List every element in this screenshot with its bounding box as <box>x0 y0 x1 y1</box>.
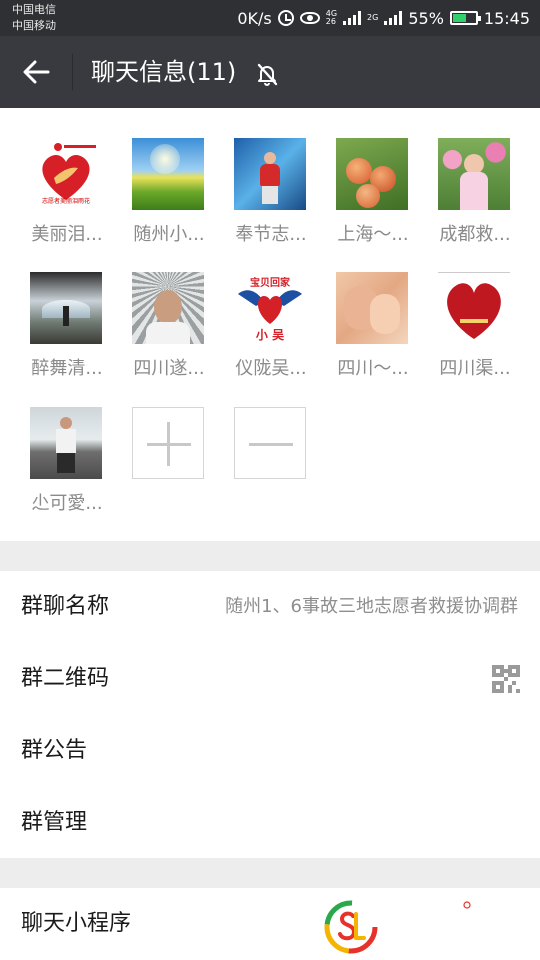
back-arrow-icon <box>23 60 50 84</box>
signal-icon-2 <box>384 11 403 25</box>
avatar <box>438 138 510 210</box>
group-name-label: 群聊名称 <box>21 594 110 619</box>
member-name: 上海～... <box>337 224 409 245</box>
member-name: 四川～... <box>337 358 409 379</box>
member-grid: 志愿者美丽泪雨花 美丽泪... 随州小... 奉节志... 上海～... 成都救… <box>0 108 540 541</box>
member-name: 美丽泪... <box>31 224 103 245</box>
alarm-icon <box>277 10 294 26</box>
clock: 15:45 <box>483 8 530 28</box>
mini-program-logo-icon <box>324 900 378 954</box>
avatar-subtitle: 小 吴 <box>255 328 285 342</box>
avatar <box>234 138 306 210</box>
back-button[interactable] <box>14 54 58 90</box>
eye-comfort-icon <box>299 12 320 24</box>
avatar <box>438 272 510 344</box>
title-divider <box>72 54 73 90</box>
minus-icon <box>249 443 293 446</box>
mute-bell-icon <box>257 63 278 86</box>
mini-program-row[interactable]: 聊天小程序 <box>0 888 540 960</box>
avatar <box>132 138 204 210</box>
title-bar: 聊天信息(11) <box>0 36 540 108</box>
signal-icon <box>343 11 362 25</box>
group-notice-row[interactable]: 群公告 <box>0 715 540 787</box>
network-type-2: 2G <box>367 13 379 22</box>
battery-percent: 55% <box>408 8 444 28</box>
qr-code-row[interactable]: 群二维码 <box>0 643 540 715</box>
settings-group-2: 聊天小程序 <box>0 888 540 960</box>
member-name: 奉节志... <box>235 224 307 245</box>
network-type: 4G 26 <box>325 9 338 26</box>
avatar: 志愿者美丽泪雨花 <box>30 138 102 210</box>
remove-member-button[interactable] <box>234 407 306 479</box>
network-speed: 0K/s <box>237 8 272 28</box>
group-manage-label: 群管理 <box>21 810 88 835</box>
qr-code-icon <box>492 665 520 693</box>
mini-program-label: 聊天小程序 <box>21 911 132 936</box>
page-title: 聊天信息(11) <box>91 58 237 86</box>
group-manage-row[interactable]: 群管理 <box>0 787 540 859</box>
status-bar: 中国电信 中国移动 0K/s 4G 26 2G 55% 15:45 <box>0 0 540 36</box>
member-name: 四川渠... <box>439 358 511 379</box>
group-notice-label: 群公告 <box>21 738 88 763</box>
avatar-caption: 志愿者美丽泪雨花 <box>41 198 90 205</box>
avatar <box>132 272 204 344</box>
avatar <box>30 407 102 479</box>
avatar <box>30 272 102 344</box>
member-name: 随州小... <box>133 224 205 245</box>
add-member-button[interactable] <box>132 407 204 479</box>
battery-icon <box>449 11 481 25</box>
member-name: 四川遂... <box>133 358 205 379</box>
group-name-row[interactable]: 群聊名称 随州1、6事故三地志愿者救援协调群 <box>0 571 540 643</box>
avatar: 宝贝回家 小 吴 <box>234 272 306 344</box>
member-name: 仪陇吴... <box>235 358 307 379</box>
member-name: 尐可愛... <box>31 493 103 514</box>
settings-group: 群聊名称 随州1、6事故三地志愿者救援协调群 群二维码 群公告 群管理 <box>0 571 540 858</box>
member-name: 醉舞清... <box>31 358 103 379</box>
carrier-1: 中国电信 <box>12 3 56 16</box>
avatar <box>336 272 408 344</box>
avatar-title: 宝贝回家 <box>250 278 290 289</box>
qr-code-label: 群二维码 <box>21 666 110 691</box>
group-name-value: 随州1、6事故三地志愿者救援协调群 <box>225 596 518 617</box>
carrier-2: 中国移动 <box>12 19 56 32</box>
member-name: 成都救... <box>439 224 511 245</box>
status-dot-icon <box>463 901 471 909</box>
avatar <box>336 138 408 210</box>
